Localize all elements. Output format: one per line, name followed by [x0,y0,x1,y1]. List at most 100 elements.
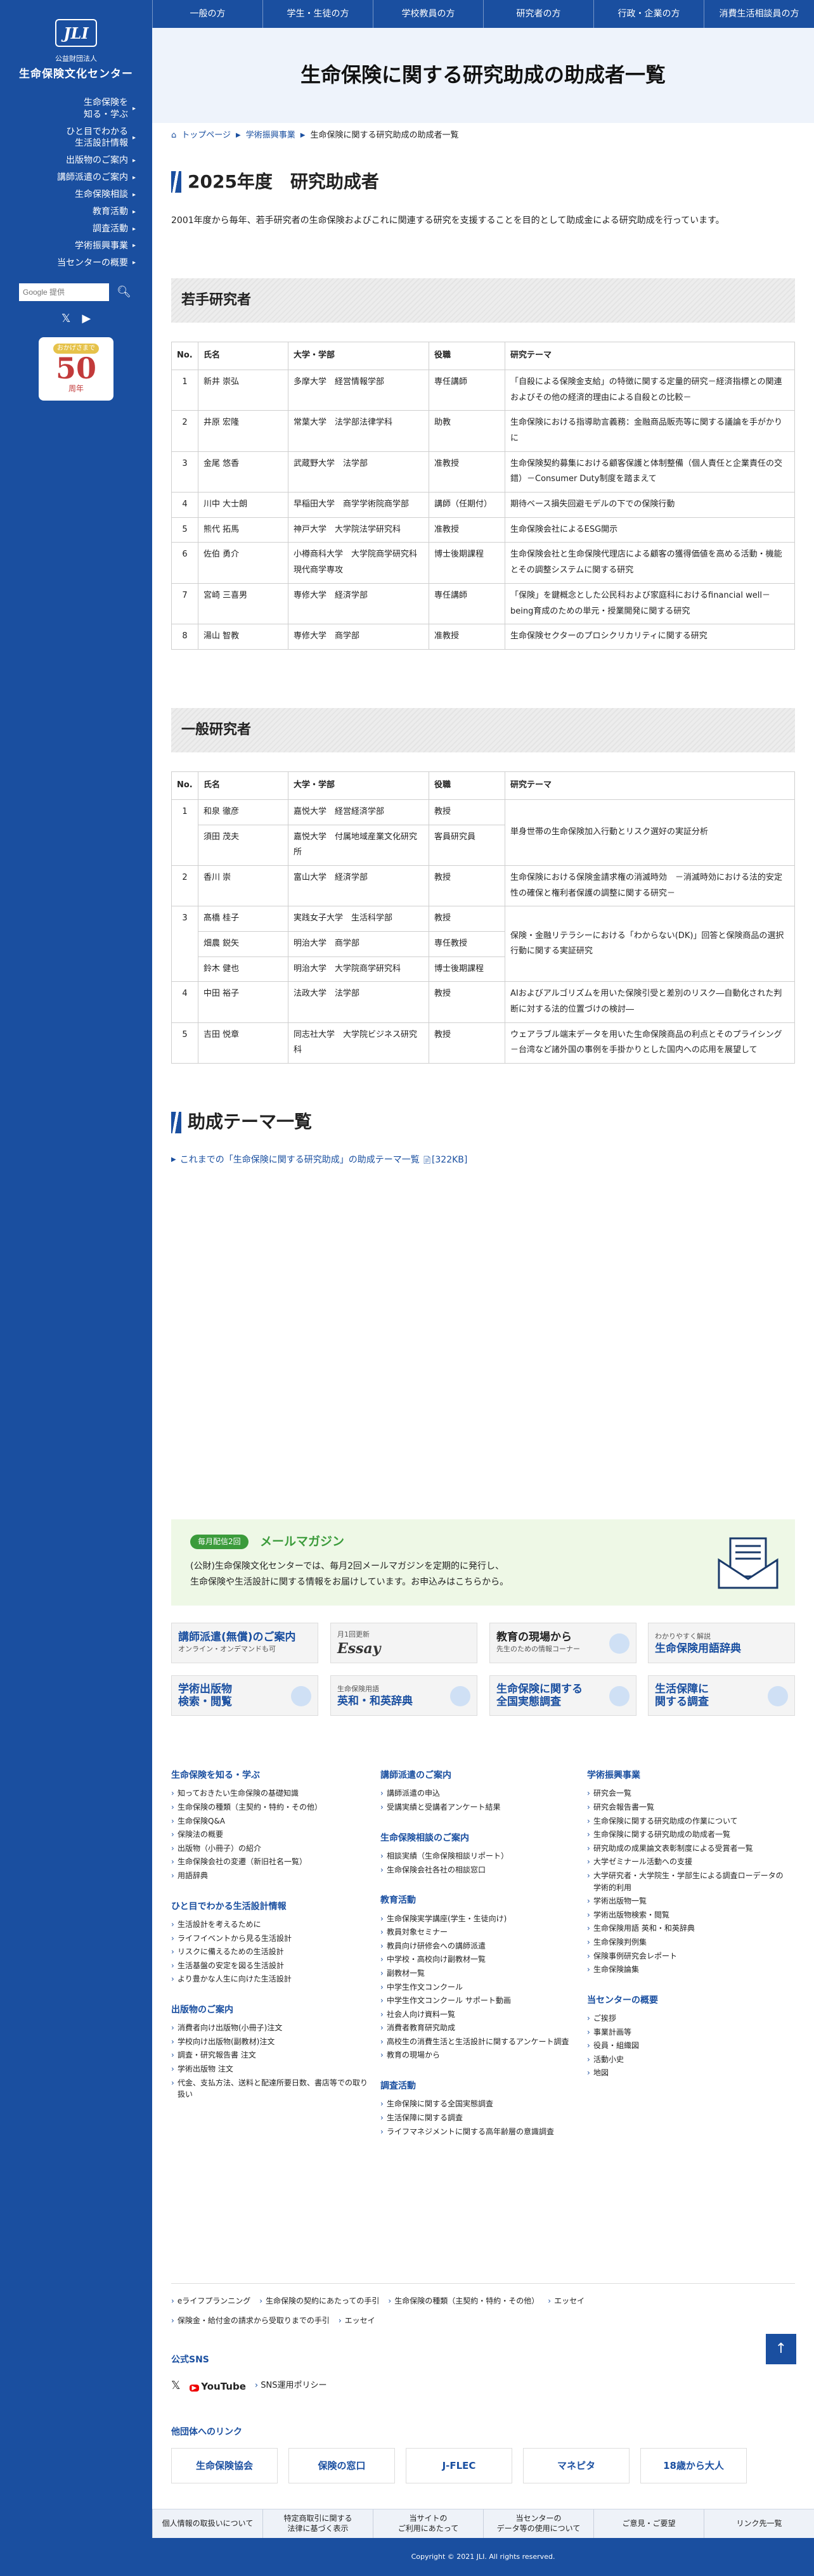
sidebar-item[interactable]: 教育活動 ▸ [0,203,152,221]
bottom-link[interactable]: 当センターの データ等の使用について [483,2509,593,2538]
topnav-item[interactable]: 研究者の方 [483,0,593,28]
anniversary-badge[interactable]: おかげさまで 50 周年 [39,337,113,401]
extra-link[interactable]: エッセイ [548,2295,585,2307]
footer-link[interactable]: リスクに備えるための生活設計 [171,1946,368,1958]
banner-essay[interactable]: 月1回更新 Essay [330,1623,477,1663]
footer-link[interactable]: 生活設計を考えるために [171,1919,368,1931]
extra-link[interactable]: eライフプランニング [171,2295,250,2307]
page-top-button[interactable]: ↑ [766,2334,796,2364]
banner-publications[interactable]: 学術出版物 検索・閲覧 [171,1675,318,1716]
footer-link[interactable]: 役員・組織図 [587,2040,784,2052]
footer-link[interactable]: 代金、支払方法、送料と配達所要日数、書店等での取り扱い [171,2077,368,2101]
topnav-item[interactable]: 行政・企業の方 [593,0,704,28]
footer-link[interactable]: 副教材一覧 [380,1967,577,1980]
footer-link[interactable]: 知っておきたい生命保険の基礎知識 [171,1787,368,1800]
banner-glossary[interactable]: わかりやすく解説 生命保険用語辞典 [648,1623,795,1663]
footer-link[interactable]: 大学ゼミナール活動への支援 [587,1856,784,1868]
breadcrumb-item[interactable]: トップページ [181,129,231,143]
banner-living-security[interactable]: 生活保障に 関する調査 [648,1675,795,1716]
extra-link[interactable]: 生命保険の契約にあたっての手引 [259,2295,379,2307]
footer-link[interactable]: 学校向け出版物(副教材)注文 [171,2036,368,2048]
footer-link[interactable]: 教員向け研修会への講師派遣 [380,1940,577,1952]
footer-link[interactable]: 用語辞典 [171,1870,368,1882]
sidebar-item[interactable]: 調査活動 ▸ [0,221,152,238]
footer-link[interactable]: 生活保障に関する調査 [380,2112,577,2124]
topnav-item[interactable]: 学生・生徒の方 [262,0,373,28]
footer-link[interactable]: 活動小史 [587,2054,784,2066]
extra-link[interactable]: エッセイ [339,2315,375,2327]
footer-link[interactable]: 研究助成の成果論文表彰制度による受賞者一覧 [587,1843,784,1855]
other-org-banner[interactable]: J-FLEC [406,2448,512,2484]
footer-link[interactable]: 生命保険の種類（主契約・特約・その他） [171,1801,368,1813]
youtube-icon[interactable]: ▶ [82,310,91,328]
footer-heading[interactable]: 講師派遣のご案内 [380,1768,577,1782]
sidebar-item[interactable]: 生命保険を 知る・学ぶ ▸ [0,94,152,124]
mail-magazine-banner[interactable]: 毎月配信2回 メールマガジン (公財)生命保険文化センターでは、毎月2回メールマ… [171,1519,795,1606]
banner-dictionary[interactable]: 生命保険用語 英和・和英辞典 [330,1675,477,1716]
footer-link[interactable]: 生命保険会社の変遷（新旧社名一覧） [171,1856,368,1868]
footer-heading[interactable]: ひと目でわかる生活設計情報 [171,1900,368,1914]
footer-link[interactable]: 学術出版物一覧 [587,1895,784,1907]
footer-link[interactable]: 教育の現場から [380,2049,577,2061]
topnav-item[interactable]: 一般の方 [152,0,262,28]
footer-link[interactable]: 生命保険論集 [587,1964,784,1976]
footer-link[interactable]: 消費者向け出版物(小冊子)注文 [171,2022,368,2034]
theme-list-link[interactable]: ▶ これまでの「生命保険に関する研究助成」の助成テーマ一覧 📄︎ [322KB] [171,1153,795,1167]
footer-link[interactable]: 生命保険に関する研究助成の作業について [587,1815,784,1827]
x-icon[interactable]: 𝕏 [171,2377,181,2395]
footer-link[interactable]: 中学生作文コンクール [380,1981,577,1993]
footer-link[interactable]: 調査・研究報告書 注文 [171,2049,368,2061]
other-org-banner[interactable]: マネピタ [523,2448,630,2484]
footer-link[interactable]: 学術出版物 注文 [171,2063,368,2075]
footer-link[interactable]: 保険法の概要 [171,1829,368,1841]
footer-link[interactable]: 相談実績（生命保険相談リポート） [380,1850,577,1862]
footer-heading[interactable]: 学術振興事業 [587,1768,784,1782]
x-icon[interactable]: 𝕏 [61,310,71,328]
sidebar-item[interactable]: 学術振興事業 ▸ [0,238,152,255]
breadcrumb-item[interactable]: 学術振興事業 [246,129,295,143]
bottom-link[interactable]: 個人情報の取扱いについて [152,2509,262,2538]
footer-link[interactable]: 研究会報告書一覧 [587,1801,784,1813]
footer-link[interactable]: 地図 [587,2067,784,2079]
extra-link[interactable]: 生命保険の種類（主契約・特約・その他） [388,2295,539,2307]
footer-link[interactable]: ご挨拶 [587,2012,784,2025]
footer-link[interactable]: 消費者教育研究助成 [380,2022,577,2034]
footer-link[interactable]: 大学研究者・大学院生・学部生による調査ローデータの学術的利用 [587,1870,784,1893]
footer-link[interactable]: 保険事例研究会レポート [587,1950,784,1962]
footer-link[interactable]: 講師派遣の申込 [380,1787,577,1800]
footer-link[interactable]: 事業計画等 [587,2026,784,2038]
footer-link[interactable]: 生命保険用語 英和・和英辞典 [587,1922,784,1935]
sns-policy-link[interactable]: › SNS運用ポリシー [255,2380,327,2393]
footer-link[interactable]: 中学生作文コンクール サポート動画 [380,1995,577,2007]
banner-education[interactable]: 教育の現場から 先生のための情報コーナー [489,1623,636,1663]
bottom-link[interactable]: リンク先一覧 [704,2509,814,2538]
footer-link[interactable]: 社会人向け資料一覧 [380,2009,577,2021]
search-input[interactable] [19,283,109,301]
extra-link[interactable]: 保険金・給付金の請求から受取りまでの手引 [171,2315,330,2327]
footer-link[interactable]: 学術出版物検索・閲覧 [587,1909,784,1921]
banner-lecturer[interactable]: 講師派遣(無償)のご案内 オンライン・オンデマンドも可 [171,1623,318,1663]
footer-link[interactable]: 生命保険に関する研究助成の助成者一覧 [587,1829,784,1841]
footer-heading[interactable]: 調査活動 [380,2079,577,2093]
footer-link[interactable]: 高校生の消費生活と生活設計に関するアンケート調査 [380,2036,577,2048]
footer-heading[interactable]: 生命保険を知る・学ぶ [171,1768,368,1782]
footer-link[interactable]: 生活基盤の安定を図る生活設計 [171,1960,368,1972]
footer-link[interactable]: 生命保険に関する全国実態調査 [380,2098,577,2110]
bottom-link[interactable]: ご意見・ご要望 [593,2509,704,2538]
footer-heading[interactable]: 出版物のご案内 [171,2003,368,2017]
sidebar-item[interactable]: 生命保険相談 ▸ [0,186,152,203]
other-org-banner[interactable]: 保険の窓口 [288,2448,395,2484]
footer-heading[interactable]: 教育活動 [380,1893,577,1907]
youtube-logo[interactable]: YouTube [190,2379,246,2394]
search-icon[interactable]: 🔍︎ [117,283,131,302]
site-logo[interactable]: JLI 公益財団法人 生命保険文化センター [0,0,152,83]
footer-link[interactable]: 教員対象セミナー [380,1926,577,1938]
footer-link[interactable]: ライフマネジメントに関する高年齢層の意識調査 [380,2126,577,2138]
footer-link[interactable]: 生命保険判例集 [587,1936,784,1948]
other-org-banner[interactable]: 生命保険協会 [171,2448,278,2484]
sidebar-item[interactable]: 当センターの概要 ▸ [0,255,152,272]
footer-link[interactable]: 受講実績と受講者アンケート結果 [380,1801,577,1813]
footer-link[interactable]: 研究会一覧 [587,1787,784,1800]
other-org-banner[interactable]: 18歳から大人 [640,2448,747,2484]
bottom-link[interactable]: 特定商取引に関する 法律に基づく表示 [262,2509,373,2538]
